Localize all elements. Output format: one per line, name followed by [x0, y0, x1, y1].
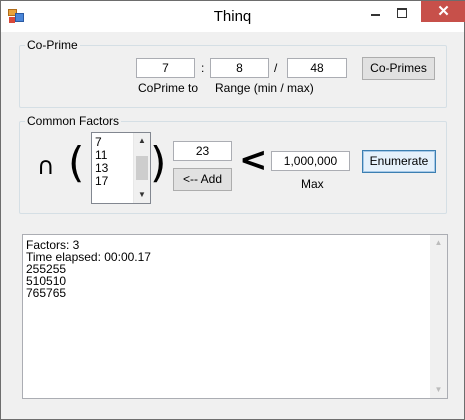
add-button[interactable]: <-- Add	[173, 168, 232, 191]
minimize-button[interactable]	[362, 1, 388, 22]
list-item[interactable]: 17	[95, 175, 108, 188]
factors-listbox[interactable]: 7 11 13 17 ▲ ▼	[91, 132, 151, 204]
coprimes-button[interactable]: Co-Primes	[362, 57, 435, 80]
title-bar[interactable]: Thinq ✕	[1, 1, 465, 32]
intersect-symbol: ∩	[37, 152, 55, 180]
scroll-up-icon[interactable]: ▲	[134, 133, 150, 149]
open-paren: (	[68, 138, 85, 187]
max-caption: Max	[301, 177, 324, 191]
scroll-thumb[interactable]	[136, 156, 148, 180]
output-textbox[interactable]: Factors: 3 Time elapsed: 00:00.17 255255…	[22, 234, 448, 399]
maximize-icon	[396, 7, 407, 18]
range-max-input[interactable]: 48	[287, 58, 347, 78]
scroll-down-icon[interactable]: ▼	[134, 187, 150, 203]
max-input[interactable]: 1,000,000	[271, 151, 350, 171]
colon-separator: :	[201, 61, 205, 75]
slash-separator: /	[274, 61, 278, 75]
listbox-scrollbar[interactable]: ▲ ▼	[133, 133, 150, 203]
output-line: 765765	[26, 286, 67, 300]
app-window: Thinq ✕ Co-Prime 7 : 8 / 48 Co-Primes Co…	[0, 0, 465, 420]
close-button[interactable]: ✕	[421, 1, 465, 22]
coprime-caption: CoPrime to	[138, 81, 199, 95]
maximize-button[interactable]	[388, 1, 415, 22]
close-icon: ✕	[437, 3, 450, 20]
coprime-input[interactable]: 7	[136, 58, 195, 78]
output-scrollbar[interactable]: ▲ ▼	[430, 235, 447, 398]
range-caption: Range (min / max)	[215, 81, 314, 95]
enumerate-button[interactable]: Enumerate	[362, 150, 436, 173]
add-value-input[interactable]: 23	[173, 141, 232, 161]
scroll-up-icon[interactable]: ▲	[430, 235, 447, 251]
scroll-down-icon[interactable]: ▼	[430, 382, 447, 398]
coprime-group-label: Co-Prime	[25, 38, 80, 52]
common-factors-group-label: Common Factors	[25, 114, 122, 128]
minimize-icon	[370, 13, 380, 16]
less-than-symbol: <	[239, 140, 268, 180]
range-min-input[interactable]: 8	[210, 58, 269, 78]
close-paren: )	[150, 138, 167, 187]
